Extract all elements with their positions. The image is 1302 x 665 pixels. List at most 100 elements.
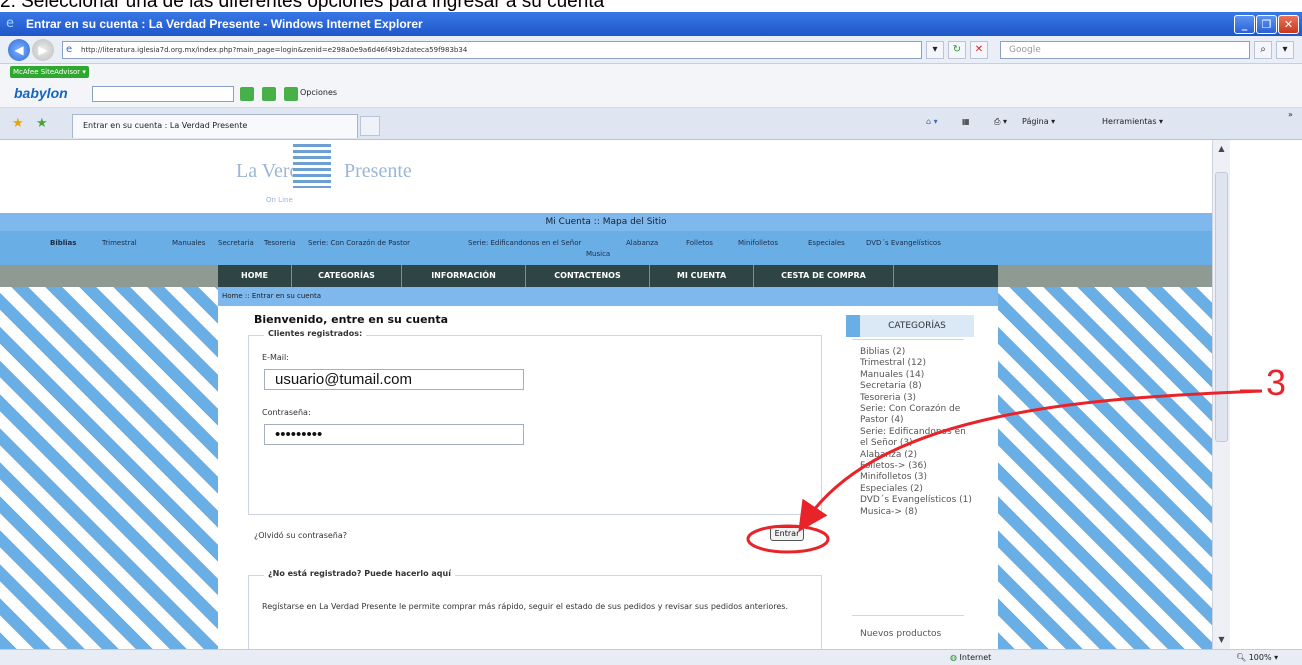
sidebar-divider <box>852 615 964 616</box>
babylon-toolbar: babylon Opciones <box>0 80 1302 108</box>
sidebar-category-item[interactable]: Alabanza (2) <box>860 450 917 461</box>
minimize-button[interactable]: _ <box>1234 15 1255 34</box>
cat-link-musica[interactable]: Musica <box>586 250 610 258</box>
password-field[interactable]: ••••••••• <box>264 424 524 445</box>
sidebar-category-item[interactable]: Trimestral (12) <box>860 358 926 369</box>
toolbar-overflow-chevron[interactable]: » <box>1288 110 1293 119</box>
sidebar-category-item[interactable]: Pastor (4) <box>860 415 904 426</box>
babylon-options-button[interactable]: Opciones <box>300 88 337 97</box>
url-field[interactable]: e http://literatura.iglesia7d.org.mx/ind… <box>62 41 922 59</box>
search-icon[interactable]: ⌕ <box>1254 41 1272 59</box>
ie-icon: e <box>6 16 14 31</box>
close-button[interactable]: ✕ <box>1278 15 1299 34</box>
cat-link-trimestral[interactable]: Trimestral <box>102 239 137 247</box>
sidebar-category-item[interactable]: Serie: Con Corazón de <box>860 404 960 415</box>
tab-current[interactable]: Entrar en su cuenta : La Verdad Presente <box>72 114 358 138</box>
forgot-password-link[interactable]: ¿Olvidó su contraseña? <box>254 531 347 540</box>
page-title: Bienvenido, entre en su cuenta <box>254 313 449 326</box>
cat-link-tesoreria[interactable]: Tesoreria <box>264 239 295 247</box>
sidebar-category-item[interactable]: el Señor (3) <box>860 438 913 449</box>
sidebar-category-item[interactable]: Manuales (14) <box>860 370 924 381</box>
scroll-down-arrow[interactable]: ▼ <box>1215 633 1228 647</box>
vertical-scrollbar[interactable]: ▲ ▼ <box>1212 140 1230 649</box>
babylon-search-combo[interactable] <box>92 86 234 102</box>
main-menu: HOME CATEGORÍAS INFORMACIÓN CONTACTENOS … <box>218 265 998 287</box>
menu-home[interactable]: HOME <box>218 265 292 287</box>
breadcrumb[interactable]: Home :: Entrar en su cuenta <box>218 287 998 306</box>
menu-mi-cuenta[interactable]: MI CUENTA <box>650 265 754 287</box>
zoom-control[interactable]: 🔍︎ 100% ▾ <box>1236 650 1278 665</box>
home-icon[interactable]: ⌂ ▾ <box>926 117 938 126</box>
sidebar-category-item[interactable]: Secretaria (8) <box>860 381 922 392</box>
site-logo[interactable]: La Verdad Presente On Line <box>0 140 1212 212</box>
cat-link-alabanza[interactable]: Alabanza <box>626 239 658 247</box>
scroll-up-arrow[interactable]: ▲ <box>1215 142 1228 156</box>
search-input[interactable]: Google <box>1000 41 1250 59</box>
tab-title: Entrar en su cuenta : La Verdad Presente <box>83 121 248 130</box>
mcafee-siteadvisor-button[interactable]: McAfee SiteAdvisor ▾ <box>10 66 89 78</box>
cat-link-dvd[interactable]: DVD´s Evangelísticos <box>866 239 941 247</box>
add-favorites-icon[interactable]: ★ <box>36 116 48 131</box>
page-icon: e <box>66 44 73 55</box>
babylon-dictionary-icon[interactable] <box>262 87 276 101</box>
cat-link-folletos[interactable]: Folletos <box>686 239 713 247</box>
sidebar-category-item[interactable]: Minifolletos (3) <box>860 472 927 483</box>
sidebar-category-item[interactable]: Folletos-> (36) <box>860 461 927 472</box>
menu-contactenos[interactable]: CONTACTENOS <box>526 265 650 287</box>
cat-link-corazon[interactable]: Serie: Con Corazón de Pastor <box>308 239 410 247</box>
window-title: Entrar en su cuenta : La Verdad Presente… <box>26 17 423 31</box>
tab-bar: ★ ★ Entrar en su cuenta : La Verdad Pres… <box>0 108 1302 140</box>
logo-book-icon <box>293 144 331 188</box>
url-dropdown-button[interactable]: ▾ <box>926 41 944 59</box>
cat-link-especiales[interactable]: Especiales <box>808 239 845 247</box>
herramientas-menu[interactable]: Herramientas ▾ <box>1102 117 1163 126</box>
sidebar-category-item[interactable]: Especiales (2) <box>860 484 923 495</box>
cat-link-secretaria[interactable]: Secretaria <box>218 239 254 247</box>
cat-link-biblias[interactable]: Biblias <box>50 239 76 247</box>
sidebar-category-item[interactable]: Serie: Edificandonos en <box>860 427 966 438</box>
email-label: E-Mail: <box>262 353 289 362</box>
sidebar-category-item[interactable]: DVD´s Evangelísticos (1) <box>860 495 972 506</box>
sidebar-category-item[interactable]: Biblias (2) <box>860 347 905 358</box>
status-bar: ◍ Internet 🔍︎ 100% ▾ <box>0 649 1302 665</box>
main-content: Home :: Entrar en su cuenta Bienvenido, … <box>218 287 998 649</box>
logo-text-right: Presente <box>344 160 412 182</box>
registered-legend: Clientes registrados: <box>264 329 367 338</box>
refresh-button[interactable]: ↻ <box>948 41 966 59</box>
feeds-icon[interactable]: ▦ <box>962 117 970 126</box>
cat-link-manuales[interactable]: Manuales <box>172 239 205 247</box>
cat-link-minifolletos[interactable]: Minifolletos <box>738 239 778 247</box>
menu-informacion[interactable]: INFORMACIÓN <box>402 265 526 287</box>
sidebar-category-item[interactable]: Musica-> (8) <box>860 507 918 518</box>
logo-subtitle: On Line <box>266 196 293 204</box>
email-field[interactable]: usuario@tumail.com <box>264 369 524 390</box>
login-submit-button[interactable]: Entrar <box>770 527 804 541</box>
stop-button[interactable]: ✕ <box>970 41 988 59</box>
back-button[interactable]: ◀ <box>8 39 30 61</box>
maximize-button[interactable]: ❐ <box>1256 15 1277 34</box>
babylon-logo: babylon <box>14 85 68 101</box>
search-options-button[interactable]: ▾ <box>1276 41 1294 59</box>
print-icon[interactable]: ⎙ ▾ <box>994 117 1007 127</box>
new-tab-button[interactable] <box>360 116 380 136</box>
category-links-bar: Biblias Trimestral Manuales Secretaria T… <box>0 231 1212 265</box>
caption-text: 2. Seleccionar una de las diferentes opc… <box>0 0 605 12</box>
babylon-translate-icon[interactable] <box>240 87 254 101</box>
menu-cesta-de-compra[interactable]: CESTA DE COMPRA <box>754 265 894 287</box>
decorative-stripes-right <box>998 287 1212 649</box>
sidebar-new-products[interactable]: Nuevos productos <box>860 629 941 640</box>
annotation-step-number: 3 <box>1266 362 1287 403</box>
pagina-menu[interactable]: Página ▾ <box>1022 117 1055 126</box>
scroll-thumb[interactable] <box>1215 172 1228 442</box>
favorites-star-icon[interactable]: ★ <box>12 116 24 131</box>
babylon-options-icon[interactable] <box>284 87 298 101</box>
menu-categorias[interactable]: CATEGORÍAS <box>292 265 402 287</box>
globe-icon: ◍ <box>950 653 957 662</box>
forward-button[interactable]: ▶ <box>32 39 54 61</box>
top-links[interactable]: Mi Cuenta :: Mapa del Sitio <box>0 213 1212 231</box>
sidebar-category-item[interactable]: Tesoreria (3) <box>860 393 916 404</box>
password-label: Contraseña: <box>262 408 311 417</box>
sidebar-divider <box>852 339 964 340</box>
cat-link-edificandonos[interactable]: Serie: Edificandonos en el Señor <box>468 239 581 247</box>
decorative-stripes-left <box>0 287 218 649</box>
